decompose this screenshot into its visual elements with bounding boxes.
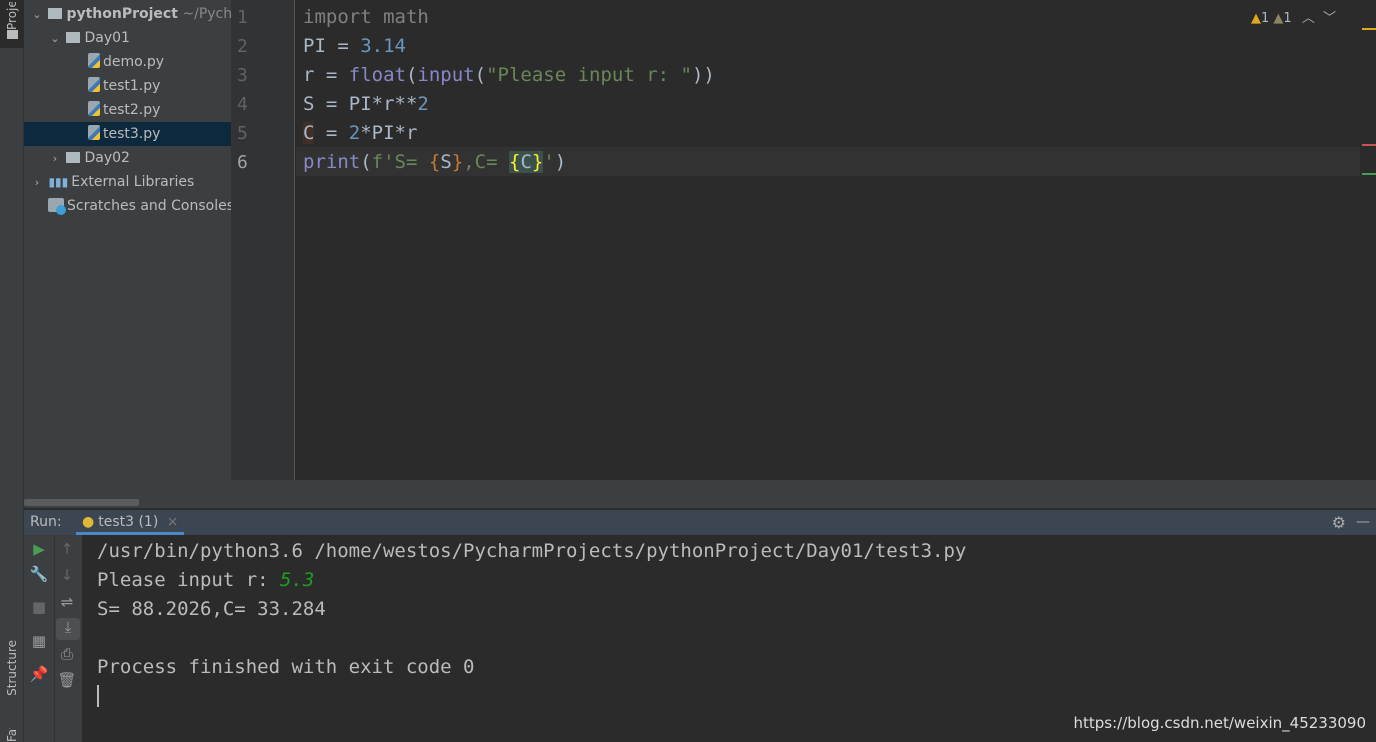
run-toolbar-primary: ▶ 🔧 ■ ▦ 📌 bbox=[24, 535, 55, 742]
change-stripe[interactable] bbox=[1362, 173, 1376, 175]
tree-item-external-libraries[interactable]: › ▮▮▮ External Libraries bbox=[24, 170, 231, 194]
layout-icon[interactable]: ▦ bbox=[27, 632, 51, 650]
tree-item-day02[interactable]: › Day02 bbox=[24, 146, 231, 170]
folder-icon bbox=[66, 32, 81, 43]
watermark: https://blog.csdn.net/weixin_45233090 bbox=[1073, 714, 1366, 732]
run-panel-header: Run: ● test3 (1) × ⚙ — bbox=[24, 510, 1376, 535]
warning-stripe[interactable] bbox=[1362, 28, 1376, 30]
soft-wrap-icon[interactable]: ⇌ bbox=[55, 593, 79, 611]
chevron-right-icon[interactable]: › bbox=[30, 171, 44, 195]
tree-item-pythonproject[interactable]: ⌄ pythonProject ~/PycharmProjects/python… bbox=[24, 2, 231, 26]
python-icon: ● bbox=[82, 514, 95, 530]
left-tool-strip: Project Structure Favorites bbox=[0, 0, 24, 742]
print-icon[interactable]: ⎙ bbox=[55, 645, 79, 663]
wrench-icon[interactable]: 🔧 bbox=[27, 565, 51, 583]
chevron-right-icon[interactable]: › bbox=[48, 147, 62, 171]
code-line: print(f'S= {S},C= {C}') bbox=[303, 151, 567, 173]
scroll-to-end-icon[interactable]: ⤓ bbox=[56, 618, 80, 640]
run-toolbar-secondary: ↑ ↓ ⇌ ⤓ ⎙ 🗑 bbox=[55, 535, 82, 742]
tree-item-test3-py[interactable]: test3.py bbox=[24, 122, 231, 146]
tree-item-scratches[interactable]: Scratches and Consoles bbox=[24, 194, 231, 218]
python-file-icon bbox=[88, 101, 100, 116]
code-line: S = PI*r**2 bbox=[303, 93, 429, 115]
project-horizontal-scrollbar[interactable] bbox=[24, 499, 139, 506]
chevron-down-icon[interactable]: ⌄ bbox=[30, 3, 44, 27]
chevron-down-icon[interactable]: ⌄ bbox=[48, 27, 62, 51]
run-tab-test3[interactable]: ● test3 (1) × bbox=[76, 510, 185, 535]
folder-icon bbox=[66, 152, 81, 163]
editor-bottom-area bbox=[231, 480, 1376, 508]
favorites-tool-tab[interactable]: Favorites bbox=[5, 728, 19, 742]
folder-icon bbox=[48, 8, 63, 19]
trash-icon[interactable]: 🗑 bbox=[55, 671, 79, 689]
text-cursor bbox=[97, 685, 99, 707]
project-panel: ⌄ pythonProject ~/PycharmProjects/python… bbox=[24, 0, 231, 508]
structure-tool-tab[interactable]: Structure bbox=[5, 640, 19, 696]
python-file-icon bbox=[88, 125, 100, 140]
minimize-icon[interactable]: — bbox=[1356, 510, 1370, 535]
arrow-up-icon[interactable]: ↑ bbox=[55, 540, 79, 558]
scratches-icon bbox=[48, 198, 66, 215]
gear-icon[interactable]: ⚙ bbox=[1332, 510, 1346, 535]
python-file-icon bbox=[88, 77, 100, 92]
chevron-up-icon[interactable]: ︿ bbox=[1302, 11, 1315, 26]
libraries-icon: ▮▮▮ bbox=[48, 175, 69, 189]
code-line: PI = 3.14 bbox=[303, 35, 406, 57]
tree-item-demo-py[interactable]: demo.py bbox=[24, 50, 231, 74]
arrow-down-icon[interactable]: ↓ bbox=[55, 566, 79, 584]
code-line: C = 2*PI*r bbox=[303, 122, 418, 144]
chevron-down-icon[interactable]: ﹀ bbox=[1323, 11, 1336, 26]
tree-item-test2-py[interactable]: test2.py bbox=[24, 98, 231, 122]
run-console[interactable]: /usr/bin/python3.6 /home/westos/PycharmP… bbox=[82, 535, 1376, 742]
console-line: Please input r: 5.3 bbox=[97, 569, 315, 591]
editor-gutter: 1 2 3 4 5 6 bbox=[231, 0, 295, 480]
project-tool-tab[interactable]: Project bbox=[0, 0, 24, 48]
tree-item-test1-py[interactable]: test1.py bbox=[24, 74, 231, 98]
weak-warning-icon: ▲ bbox=[1273, 11, 1284, 26]
code-editor[interactable]: import math PI = 3.14 r = float(input("P… bbox=[296, 0, 1376, 480]
warning-icon: ▲ bbox=[1250, 11, 1261, 26]
python-file-icon bbox=[88, 53, 100, 68]
run-icon[interactable]: ▶ bbox=[27, 540, 51, 558]
folder-icon bbox=[7, 30, 18, 39]
inspection-widget[interactable]: ▲1 ▲1 ︿ ﹀ bbox=[1251, 7, 1336, 26]
close-icon[interactable]: × bbox=[167, 514, 179, 530]
tree-item-day01[interactable]: ⌄ Day01 bbox=[24, 26, 231, 50]
pin-icon[interactable]: 📌 bbox=[27, 665, 51, 683]
code-line: import math bbox=[303, 6, 429, 28]
error-stripe[interactable] bbox=[1362, 144, 1376, 146]
code-line: r = float(input("Please input r: ")) bbox=[303, 64, 715, 86]
stop-icon[interactable]: ■ bbox=[27, 598, 51, 616]
